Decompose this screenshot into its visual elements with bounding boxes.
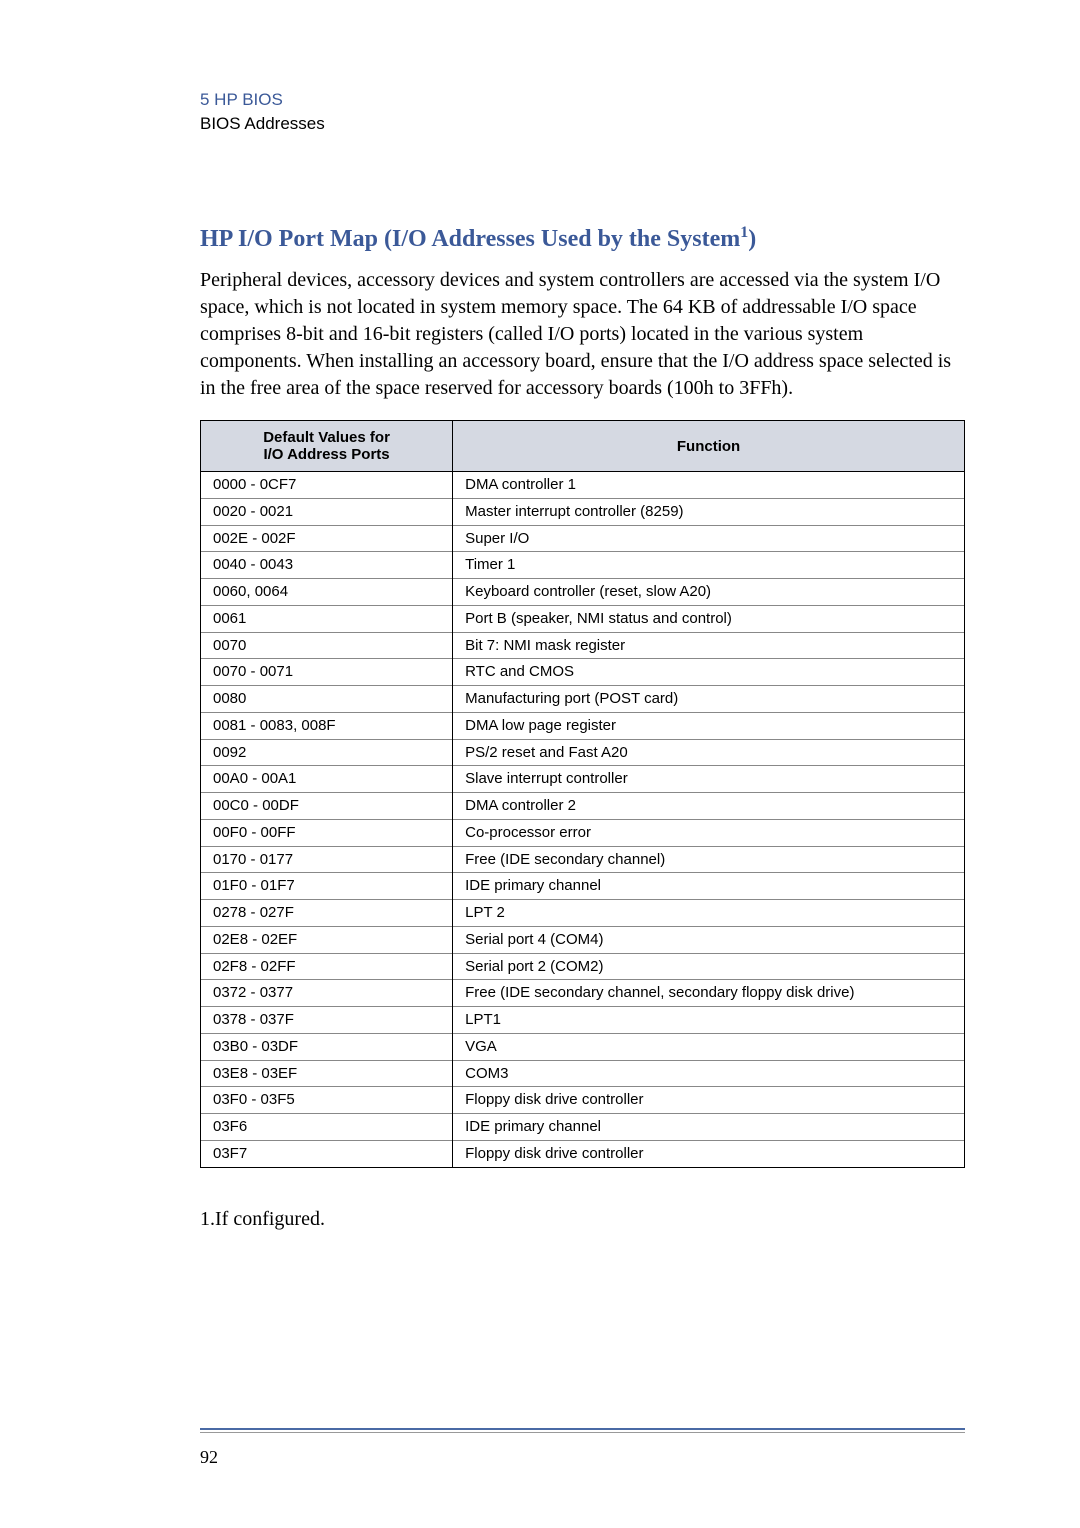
table-row: 0378 - 037FLPT1 bbox=[201, 1007, 965, 1034]
header-line1: Default Values for bbox=[263, 429, 390, 446]
cell-address: 03E8 - 03EF bbox=[201, 1060, 453, 1087]
table-row: 03B0 - 03DFVGA bbox=[201, 1033, 965, 1060]
cell-function: Serial port 2 (COM2) bbox=[453, 953, 965, 980]
cell-address: 01F0 - 01F7 bbox=[201, 873, 453, 900]
cell-address: 0061 bbox=[201, 605, 453, 632]
table-row: 0170 - 0177Free (IDE secondary channel) bbox=[201, 846, 965, 873]
table-row: 002E - 002FSuper I/O bbox=[201, 525, 965, 552]
cell-function: COM3 bbox=[453, 1060, 965, 1087]
cell-function: Free (IDE secondary channel, secondary f… bbox=[453, 980, 965, 1007]
cell-function: DMA controller 2 bbox=[453, 793, 965, 820]
table-header-function: Function bbox=[453, 421, 965, 472]
table-row: 0070Bit 7: NMI mask register bbox=[201, 632, 965, 659]
cell-address: 03F7 bbox=[201, 1140, 453, 1167]
cell-address: 0060, 0064 bbox=[201, 579, 453, 606]
cell-function: LPT1 bbox=[453, 1007, 965, 1034]
cell-address: 02F8 - 02FF bbox=[201, 953, 453, 980]
table-row: 0040 - 0043Timer 1 bbox=[201, 552, 965, 579]
cell-address: 00F0 - 00FF bbox=[201, 819, 453, 846]
page-number: 92 bbox=[200, 1447, 965, 1468]
table-row: 01F0 - 01F7IDE primary channel bbox=[201, 873, 965, 900]
cell-address: 0170 - 0177 bbox=[201, 846, 453, 873]
cell-address: 0000 - 0CF7 bbox=[201, 472, 453, 499]
cell-address: 0020 - 0021 bbox=[201, 498, 453, 525]
cell-function: Manufacturing port (POST card) bbox=[453, 686, 965, 713]
cell-address: 0080 bbox=[201, 686, 453, 713]
table-row: 0061Port B (speaker, NMI status and cont… bbox=[201, 605, 965, 632]
cell-address: 03F6 bbox=[201, 1114, 453, 1141]
cell-function: Master interrupt controller (8259) bbox=[453, 498, 965, 525]
cell-address: 0278 - 027F bbox=[201, 900, 453, 927]
footer-rule-blue bbox=[200, 1428, 965, 1430]
cell-function: Co-processor error bbox=[453, 819, 965, 846]
table-row: 00C0 - 00DFDMA controller 2 bbox=[201, 793, 965, 820]
cell-function: DMA controller 1 bbox=[453, 472, 965, 499]
heading-text-pre: HP I/O Port Map (I/O Addresses Used by t… bbox=[200, 226, 740, 252]
cell-address: 00C0 - 00DF bbox=[201, 793, 453, 820]
cell-function: Timer 1 bbox=[453, 552, 965, 579]
cell-address: 03B0 - 03DF bbox=[201, 1033, 453, 1060]
page-heading: HP I/O Port Map (I/O Addresses Used by t… bbox=[200, 224, 965, 253]
cell-function: VGA bbox=[453, 1033, 965, 1060]
table-row: 0278 - 027FLPT 2 bbox=[201, 900, 965, 927]
section-label: BIOS Addresses bbox=[200, 114, 965, 134]
header-line2: I/O Address Ports bbox=[263, 446, 389, 463]
cell-function: LPT 2 bbox=[453, 900, 965, 927]
cell-address: 0378 - 037F bbox=[201, 1007, 453, 1034]
cell-address: 0070 bbox=[201, 632, 453, 659]
cell-function: Bit 7: NMI mask register bbox=[453, 632, 965, 659]
page-footer: 92 bbox=[200, 1428, 965, 1468]
cell-function: Super I/O bbox=[453, 525, 965, 552]
table-row: 0080Manufacturing port (POST card) bbox=[201, 686, 965, 713]
cell-address: 0092 bbox=[201, 739, 453, 766]
cell-function: Floppy disk drive controller bbox=[453, 1087, 965, 1114]
table-row: 0020 - 0021Master interrupt controller (… bbox=[201, 498, 965, 525]
cell-address: 03F0 - 03F5 bbox=[201, 1087, 453, 1114]
cell-function: Floppy disk drive controller bbox=[453, 1140, 965, 1167]
footnote: 1.If configured. bbox=[200, 1208, 965, 1231]
cell-function: RTC and CMOS bbox=[453, 659, 965, 686]
cell-function: Serial port 4 (COM4) bbox=[453, 926, 965, 953]
io-port-table: Default Values for I/O Address Ports Fun… bbox=[200, 420, 965, 1168]
table-row: 0000 - 0CF7DMA controller 1 bbox=[201, 472, 965, 499]
cell-function: IDE primary channel bbox=[453, 873, 965, 900]
cell-function: Free (IDE secondary channel) bbox=[453, 846, 965, 873]
table-row: 0372 - 0377Free (IDE secondary channel, … bbox=[201, 980, 965, 1007]
heading-text-post: ) bbox=[748, 226, 756, 252]
intro-paragraph: Peripheral devices, accessory devices an… bbox=[200, 267, 965, 402]
table-row: 02F8 - 02FFSerial port 2 (COM2) bbox=[201, 953, 965, 980]
cell-address: 0070 - 0071 bbox=[201, 659, 453, 686]
cell-address: 00A0 - 00A1 bbox=[201, 766, 453, 793]
cell-function: PS/2 reset and Fast A20 bbox=[453, 739, 965, 766]
table-row: 0092PS/2 reset and Fast A20 bbox=[201, 739, 965, 766]
cell-address: 0372 - 0377 bbox=[201, 980, 453, 1007]
cell-address: 002E - 002F bbox=[201, 525, 453, 552]
table-row: 03F7Floppy disk drive controller bbox=[201, 1140, 965, 1167]
table-row: 0060, 0064Keyboard controller (reset, sl… bbox=[201, 579, 965, 606]
table-row: 03E8 - 03EFCOM3 bbox=[201, 1060, 965, 1087]
cell-function: Keyboard controller (reset, slow A20) bbox=[453, 579, 965, 606]
table-row: 0070 - 0071RTC and CMOS bbox=[201, 659, 965, 686]
table-row: 0081 - 0083, 008FDMA low page register bbox=[201, 712, 965, 739]
footer-rule-gray bbox=[200, 1432, 965, 1433]
cell-address: 0040 - 0043 bbox=[201, 552, 453, 579]
table-row: 00F0 - 00FFCo-processor error bbox=[201, 819, 965, 846]
table-row: 00A0 - 00A1Slave interrupt controller bbox=[201, 766, 965, 793]
table-row: 03F6IDE primary channel bbox=[201, 1114, 965, 1141]
table-row: 02E8 - 02EFSerial port 4 (COM4) bbox=[201, 926, 965, 953]
chapter-label: 5 HP BIOS bbox=[200, 90, 965, 110]
cell-address: 02E8 - 02EF bbox=[201, 926, 453, 953]
cell-function: Slave interrupt controller bbox=[453, 766, 965, 793]
cell-function: Port B (speaker, NMI status and control) bbox=[453, 605, 965, 632]
cell-function: IDE primary channel bbox=[453, 1114, 965, 1141]
table-header-address: Default Values for I/O Address Ports bbox=[201, 421, 453, 472]
table-row: 03F0 - 03F5Floppy disk drive controller bbox=[201, 1087, 965, 1114]
cell-address: 0081 - 0083, 008F bbox=[201, 712, 453, 739]
cell-function: DMA low page register bbox=[453, 712, 965, 739]
